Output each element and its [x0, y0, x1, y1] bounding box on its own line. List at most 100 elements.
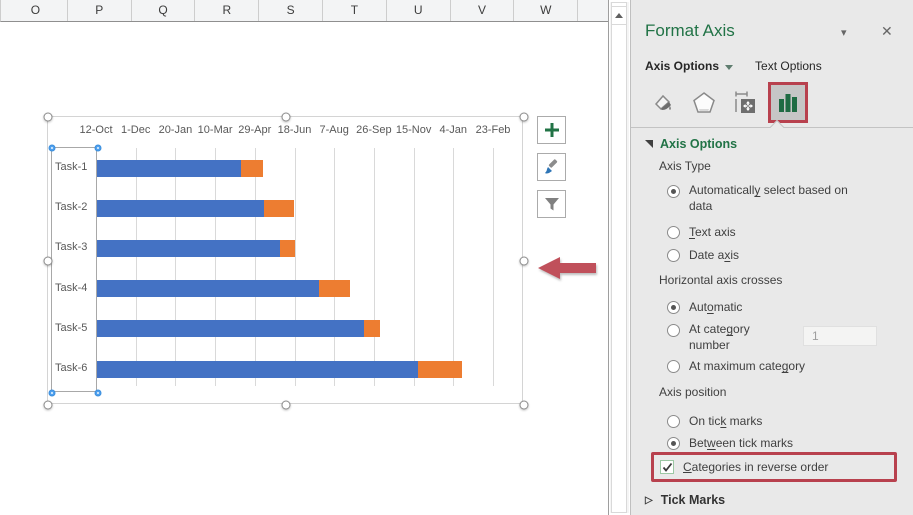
column-header[interactable]: T [323, 0, 387, 21]
radio-option[interactable]: Text axis [667, 222, 902, 242]
column-header[interactable]: O [4, 0, 68, 21]
chart-styles-button[interactable] [537, 153, 566, 181]
size-properties-icon-tab[interactable] [729, 84, 763, 121]
column-header[interactable]: R [195, 0, 259, 21]
radio-option[interactable]: At category number 1 [667, 321, 902, 353]
tab-text-options[interactable]: Text Options [755, 59, 822, 73]
bar-segment-extension-orange[interactable] [418, 361, 462, 378]
category-axis-label: Task-4 [55, 282, 87, 294]
radio-option[interactable]: At maximum category [667, 356, 902, 376]
gridline [295, 148, 296, 386]
chart-resize-handle[interactable] [44, 401, 53, 410]
radio-label: At category number [689, 321, 769, 353]
gantt-chart[interactable]: 12-Oct1-Dec20-Jan10-Mar29-Apr18-Jun7-Aug… [47, 116, 523, 404]
category-number-input[interactable]: 1 [803, 326, 877, 346]
chart-resize-handle[interactable] [44, 257, 53, 266]
chart-resize-handle[interactable] [44, 113, 53, 122]
column-header[interactable]: S [259, 0, 323, 21]
axis-selection-handle[interactable] [49, 145, 56, 152]
radio-button[interactable] [667, 360, 680, 373]
panel-dropdown-caret-icon[interactable]: ▾ [841, 26, 847, 39]
gridline [414, 148, 415, 386]
radio-option[interactable]: Date axis [667, 245, 902, 265]
gantt-bar-row[interactable] [97, 160, 263, 177]
fill-line-icon-tab[interactable] [645, 84, 679, 121]
radio-label: On tick marks [689, 413, 762, 429]
radio-button[interactable] [667, 301, 680, 314]
bar-segment-duration-blue[interactable] [97, 320, 364, 337]
date-axis-tick-label: 20-Jan [159, 124, 193, 136]
chart-elements-button[interactable] [537, 116, 566, 144]
radio-button[interactable] [667, 437, 680, 450]
gridline [374, 148, 375, 386]
gantt-bar-row[interactable] [97, 280, 350, 297]
date-axis-tick-label: 1-Dec [121, 124, 150, 136]
date-axis-tick-label: 7-Aug [320, 124, 349, 136]
bar-segment-duration-blue[interactable] [97, 200, 264, 217]
bar-segment-extension-orange[interactable] [241, 160, 263, 177]
radio-label: Automatic [689, 299, 742, 315]
panel-close-icon[interactable]: ✕ [881, 23, 893, 40]
radio-label: At maximum category [689, 358, 805, 374]
panel-tabs: Axis Options Text Options [645, 59, 822, 73]
category-axis-selection-box[interactable] [51, 147, 97, 392]
radio-button[interactable] [667, 415, 680, 428]
radio-button[interactable] [667, 249, 680, 262]
column-header[interactable]: V [451, 0, 515, 21]
format-axis-panel: Format Axis ▾ ✕ Axis Options Text Option… [630, 0, 913, 515]
column-header[interactable]: U [387, 0, 451, 21]
radio-button[interactable] [667, 185, 680, 198]
chart-resize-handle[interactable] [282, 401, 291, 410]
column-header[interactable]: P [68, 0, 132, 21]
radio-button[interactable] [667, 226, 680, 239]
effects-icon-tab[interactable] [687, 84, 721, 121]
chart-resize-handle[interactable] [520, 401, 529, 410]
radio-option[interactable]: Automatic [667, 297, 902, 317]
radio-label: Text axis [689, 224, 736, 240]
axis-options-icon-tab[interactable] [771, 84, 805, 121]
bar-segment-extension-orange[interactable] [364, 320, 381, 337]
axis-selection-handle[interactable] [49, 390, 56, 397]
bar-segment-duration-blue[interactable] [97, 361, 418, 378]
gantt-bar-row[interactable] [97, 240, 295, 257]
column-header[interactable]: Q [132, 0, 196, 21]
panel-title: Format Axis [645, 21, 735, 41]
radio-option[interactable]: Automatically select based on data [667, 182, 902, 214]
gantt-bar-row[interactable] [97, 320, 380, 337]
gantt-bar-row[interactable] [97, 200, 294, 217]
bar-segment-extension-orange[interactable] [280, 240, 296, 257]
axis-selection-handle[interactable] [95, 390, 102, 397]
chart-resize-handle[interactable] [520, 113, 529, 122]
scrollbar-track[interactable] [611, 2, 627, 513]
expand-triangle-icon: ▷ [645, 495, 653, 506]
date-axis-tick-label: 10-Mar [198, 124, 233, 136]
section-tick-marks[interactable]: ▷ Tick Marks [645, 493, 725, 507]
axis-position-options: On tick marks Between tick marks [667, 411, 902, 453]
bar-segment-extension-orange[interactable] [264, 200, 294, 217]
chart-filters-button[interactable] [537, 190, 566, 218]
section-axis-options[interactable]: Axis Options [645, 137, 737, 151]
gantt-bar-row[interactable] [97, 361, 462, 378]
categories-reverse-order-row: Categories in reverse order [651, 452, 897, 482]
scroll-up-button[interactable] [611, 6, 627, 25]
chevron-down-icon[interactable] [725, 65, 733, 70]
tab-axis-options[interactable]: Axis Options [645, 59, 719, 73]
category-axis-label: Task-3 [55, 241, 87, 253]
bar-segment-duration-blue[interactable] [97, 160, 241, 177]
chart-resize-handle[interactable] [520, 257, 529, 266]
category-axis-label: Task-2 [55, 201, 87, 213]
radio-option[interactable]: Between tick marks [667, 433, 902, 453]
bar-segment-duration-blue[interactable] [97, 240, 280, 257]
chart-resize-handle[interactable] [282, 113, 291, 122]
bar-segment-duration-blue[interactable] [97, 280, 319, 297]
radio-button[interactable] [667, 324, 680, 337]
categories-reverse-order-checkbox[interactable] [660, 460, 674, 474]
bar-segment-extension-orange[interactable] [319, 280, 350, 297]
radio-option[interactable]: On tick marks [667, 411, 902, 431]
column-header[interactable]: W [514, 0, 578, 21]
worksheet[interactable]: OPQRSTUVW 12-Oct1-Dec20-Jan10-Mar29-Apr1… [0, 0, 609, 515]
red-annotation-arrow [536, 254, 598, 282]
vertical-scrollbar[interactable] [610, 2, 629, 513]
paintbrush-icon [543, 158, 561, 176]
axis-selection-handle[interactable] [95, 145, 102, 152]
